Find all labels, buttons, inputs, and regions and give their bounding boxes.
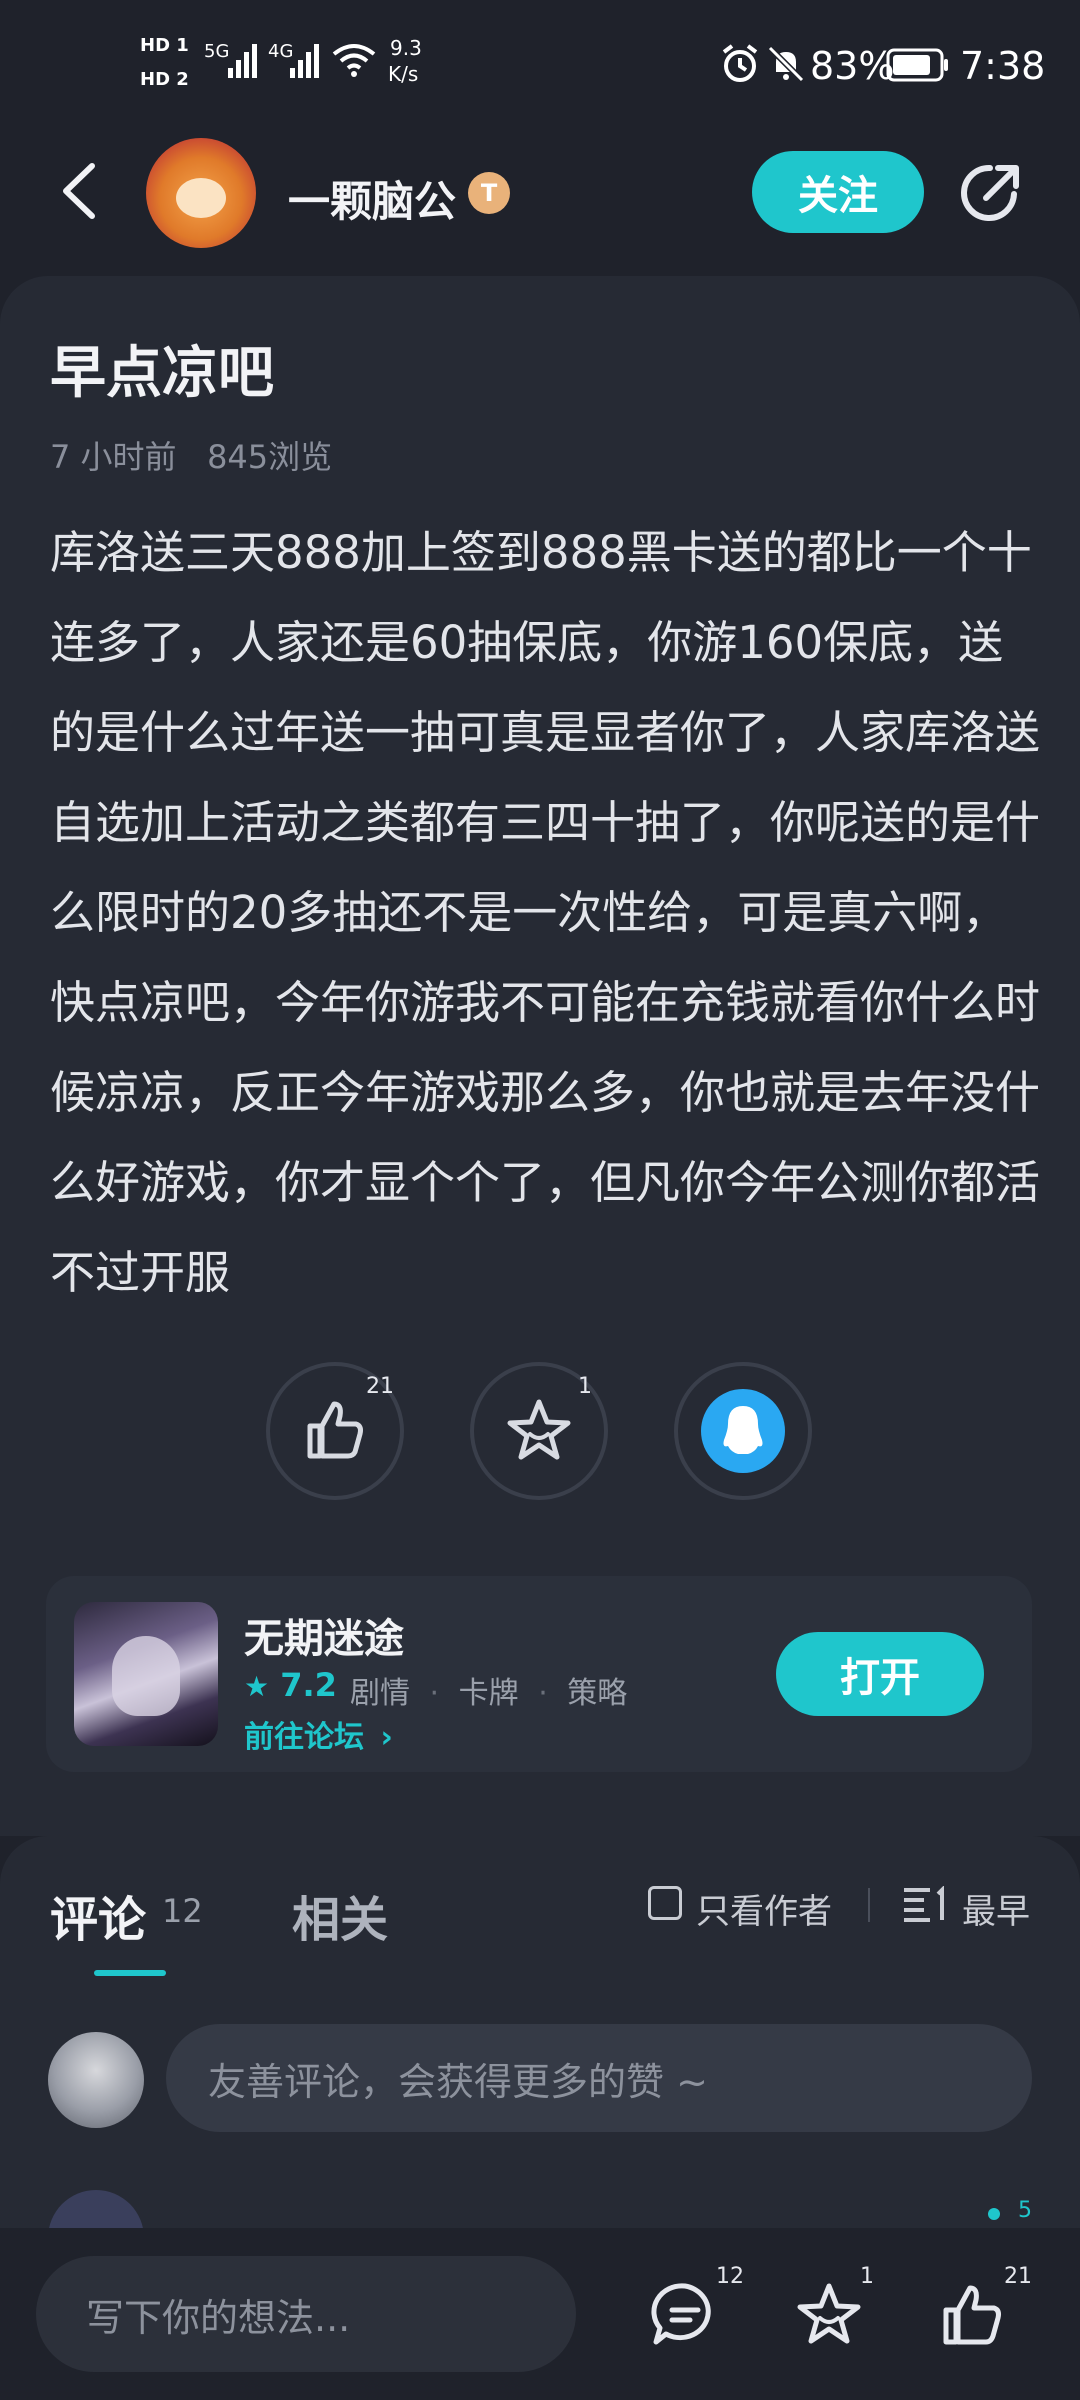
post-views: 845浏览 — [207, 438, 333, 476]
clock-time: 7:38 — [960, 44, 1046, 88]
alarm-icon — [722, 44, 758, 82]
hd1-indicator: HD 1 — [140, 35, 189, 56]
like-bottom-icon[interactable] — [938, 2280, 1008, 2350]
sort-icon[interactable] — [902, 1886, 948, 1922]
net-speed-unit: K/s — [388, 62, 419, 86]
post-body: 库洛送三天888加上签到888黑卡送的都比一个十连多了，人家还是60抽保底，你游… — [50, 526, 1041, 1299]
comment-like-count: 5 — [1018, 2198, 1032, 2223]
avatar-face — [176, 178, 226, 218]
game-tag: 卡牌 — [458, 1676, 519, 1711]
signal-icon-2 — [290, 44, 319, 78]
sort-label[interactable]: 最早 — [962, 1884, 1030, 1933]
game-icon[interactable] — [74, 1602, 218, 1746]
favorite-badge: 1 — [860, 2264, 874, 2289]
my-avatar — [48, 2032, 144, 2128]
game-icon-portrait — [112, 1636, 180, 1716]
author-only-label[interactable]: 只看作者 — [696, 1884, 832, 1933]
game-forum-link[interactable]: 前往论坛 › — [244, 1712, 393, 1756]
game-name[interactable]: 无期迷途 — [244, 1606, 404, 1664]
post-meta: 7 小时前 845浏览 — [50, 432, 332, 478]
thumbs-up-icon — [307, 1401, 363, 1459]
forum-link-label: 前往论坛 — [244, 1720, 364, 1755]
post-time: 7 小时前 — [50, 438, 177, 476]
mute-bell-icon — [767, 45, 805, 83]
tab-related[interactable]: 相关 — [292, 1880, 388, 1950]
favorite-count: 1 — [578, 1374, 592, 1399]
net-speed-value: 9.3 — [390, 36, 422, 60]
wifi-icon — [332, 44, 376, 77]
comment-count: 12 — [162, 1892, 203, 1930]
share-qq-button[interactable] — [674, 1362, 812, 1500]
chevron-right-icon: › — [380, 1720, 393, 1755]
game-rating: ★ 7.2 — [244, 1666, 337, 1704]
status-bar: HD 1 HD 2 5G 4G 9.3 K/s 83% 7:38 — [0, 0, 1080, 130]
follow-button[interactable]: 关注 — [752, 151, 924, 233]
author-level-badge: T — [468, 172, 510, 214]
star-icon — [507, 1399, 571, 1460]
like-badge: 21 — [1004, 2264, 1032, 2289]
share-icon[interactable] — [956, 158, 1026, 228]
battery-percent: 83% — [810, 44, 895, 88]
like-count: 21 — [366, 1374, 394, 1399]
favorite-bottom-icon[interactable] — [794, 2280, 864, 2350]
hd2-indicator: HD 2 — [140, 69, 189, 90]
comment-input[interactable]: 友善评论，会获得更多的赞 ~ — [166, 2024, 1032, 2132]
game-tag: 策略 — [567, 1676, 628, 1711]
author-name[interactable]: 一颗脑公 — [288, 168, 456, 229]
post-title: 早点凉吧 — [50, 341, 274, 406]
game-tags: 剧情 · 卡牌 · 策略 — [350, 1676, 628, 1711]
open-game-button[interactable]: 打开 — [776, 1632, 984, 1716]
game-tag: 剧情 — [350, 1676, 410, 1711]
write-comment-input[interactable]: 写下你的想法... — [36, 2256, 576, 2372]
tab-active-indicator — [94, 1970, 166, 1976]
game-rating-value: 7.2 — [280, 1666, 337, 1704]
author-avatar[interactable] — [146, 138, 256, 248]
qq-icon — [701, 1389, 785, 1473]
signal-icon — [228, 44, 257, 78]
battery-icon — [886, 48, 948, 82]
options-divider — [868, 1888, 870, 1922]
comment-like-dot-icon[interactable] — [988, 2208, 1000, 2220]
back-arrow-icon[interactable] — [56, 160, 102, 222]
rating-star-icon: ★ — [244, 1670, 270, 1703]
author-badge-text: T — [480, 179, 498, 207]
author-only-checkbox[interactable] — [648, 1886, 682, 1920]
tab-comments[interactable]: 评论 — [50, 1880, 146, 1950]
comment-icon[interactable] — [650, 2280, 720, 2350]
comment-badge: 12 — [716, 2264, 744, 2289]
